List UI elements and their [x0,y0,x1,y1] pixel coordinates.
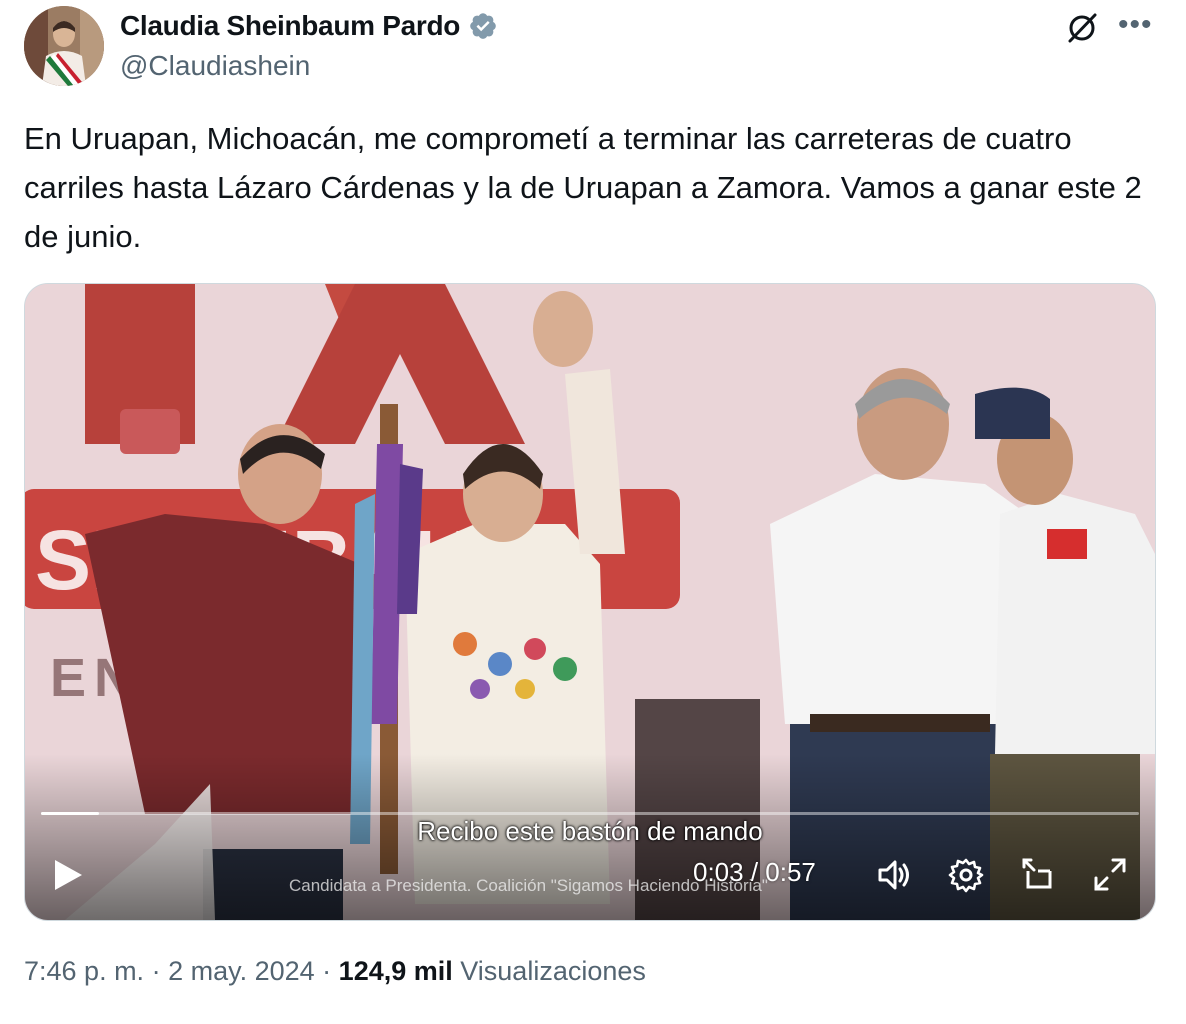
avatar[interactable] [24,6,104,86]
picture-in-picture-icon[interactable] [1020,856,1058,894]
tweet-card: Claudia Sheinbaum Pardo @Claudiashein ••… [0,0,1186,1024]
verified-badge-icon[interactable] [468,11,498,41]
meta-separator: · [314,956,339,986]
views-count: 124,9 mil [338,956,453,986]
author-name-text[interactable]: Claudia Sheinbaum Pardo [120,10,460,42]
tweet-time[interactable]: 7:46 p. m. [24,956,144,986]
meta-separator: · [144,956,169,986]
tweet-text: En Uruapan, Michoacán, me comprometí a t… [24,121,1142,254]
progress-bar[interactable] [41,812,1139,815]
expand-icon[interactable] [1091,856,1129,894]
tweet-meta: 7:46 p. m. · 2 may. 2024 · 124,9 mil Vis… [24,956,646,987]
author-name[interactable]: Claudia Sheinbaum Pardo [120,10,498,42]
views-label: Visualizaciones [460,956,646,986]
grok-slash-icon[interactable] [1064,10,1100,46]
video-subtitle: Recibo este bastón de mando [417,816,763,846]
volume-icon[interactable] [875,856,913,894]
progress-fill [41,812,100,815]
gear-icon[interactable] [947,856,985,894]
play-icon[interactable] [51,857,85,893]
more-dots-icon[interactable]: ••• [1118,10,1153,40]
video-player[interactable]: SHEINBAUM ENT [24,283,1156,921]
video-time: 0:03 / 0:57 [693,857,816,887]
author-handle[interactable]: @Claudiashein [120,50,310,82]
tweet-date[interactable]: 2 may. 2024 [168,956,315,986]
